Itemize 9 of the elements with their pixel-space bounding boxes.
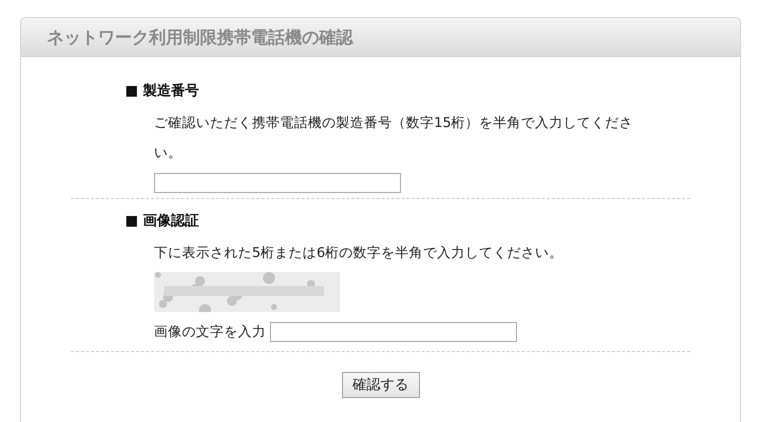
captcha-input-field[interactable] xyxy=(270,322,517,342)
instruction-text: ご確認いただく携帯電話機の製造番号（数字15桁）を半角で入力してください。 xyxy=(154,114,634,163)
serial-number-field[interactable] xyxy=(154,172,401,192)
panel-title: ネットワーク利用制限携帯電話機の確認 xyxy=(47,26,353,48)
field-label: 画像の文字を入力 xyxy=(154,322,266,340)
section-heading: ■ 画像認証 xyxy=(125,212,200,230)
confirm-button[interactable]: 確認する xyxy=(342,372,420,398)
instruction-text: 下に表示された5桁または6桁の数字を半角で入力してください。 xyxy=(154,244,564,262)
section-heading: ■ 製造番号 xyxy=(125,82,200,100)
